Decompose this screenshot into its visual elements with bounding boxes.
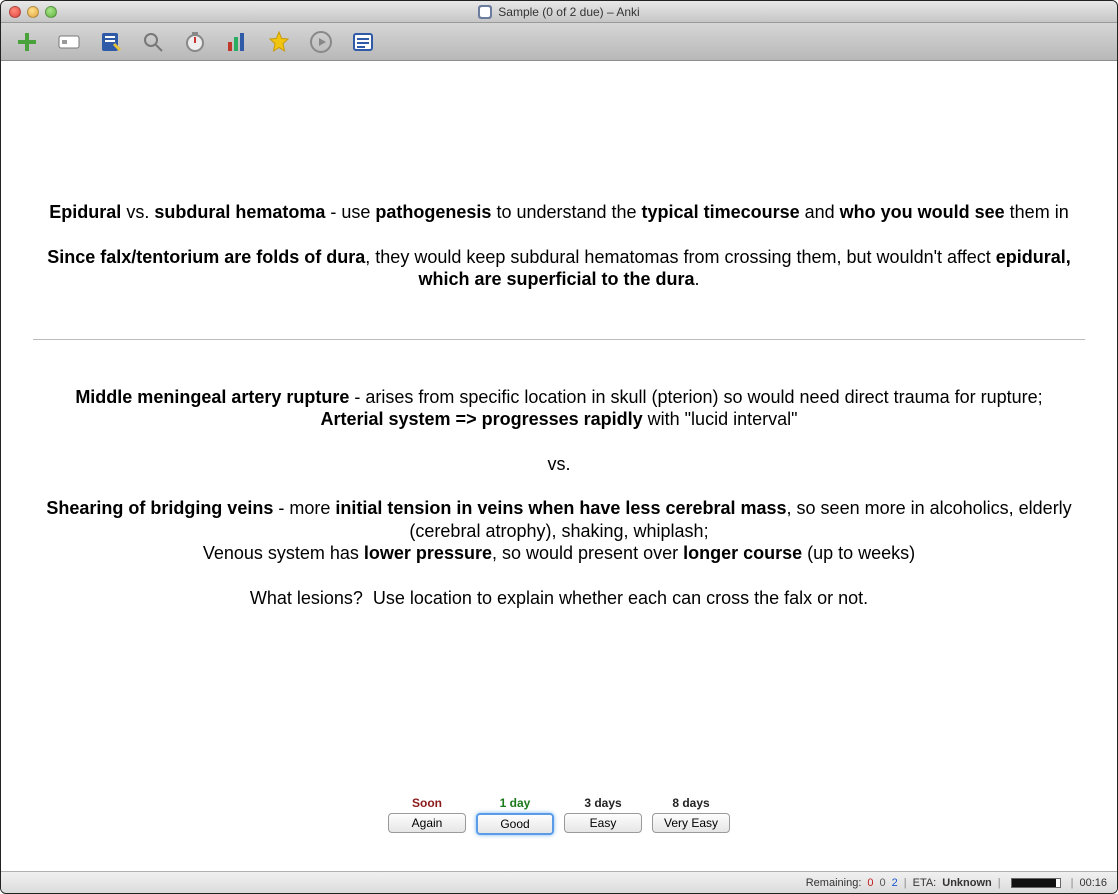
- answer-interval: 1 day: [500, 796, 531, 810]
- status-sep-1: |: [904, 877, 907, 889]
- flashcard: Epidural vs. subdural hematoma - use pat…: [1, 61, 1117, 609]
- play-icon[interactable]: [307, 28, 335, 56]
- answer-interval: 3 days: [584, 796, 621, 810]
- timer: 00:16: [1079, 877, 1107, 889]
- stats-icon[interactable]: [223, 28, 251, 56]
- search-icon[interactable]: [139, 28, 167, 56]
- count-new: 0: [867, 877, 873, 889]
- answer-group-very-easy: 8 days Very Easy: [652, 796, 730, 835]
- card-area: Epidural vs. subdural hematoma - use pat…: [1, 61, 1117, 871]
- window-title: Sample (0 of 2 due) – Anki: [498, 5, 639, 19]
- editor-icon[interactable]: [349, 28, 377, 56]
- answer-group-good: 1 day Good: [476, 796, 554, 835]
- browse-icon[interactable]: [97, 28, 125, 56]
- card-back: Middle meningeal artery rupture - arises…: [33, 386, 1085, 610]
- add-icon[interactable]: [13, 28, 41, 56]
- progress-bar: [1011, 878, 1061, 888]
- app-icon: [478, 5, 492, 19]
- answer-button-again[interactable]: Again: [388, 813, 466, 833]
- timer-icon[interactable]: [181, 28, 209, 56]
- answer-bar: Soon Again 1 day Good 3 days Easy 8 days Very E…: [1, 786, 1117, 849]
- status-bar: Remaining: 0 0 2 | ETA: Unknown | | 00:1…: [1, 871, 1117, 893]
- answer-interval: 8 days: [672, 796, 709, 810]
- remaining-label: Remaining:: [806, 877, 862, 889]
- status-sep-3: |: [1071, 877, 1074, 889]
- answer-button-very-easy[interactable]: Very Easy: [652, 813, 730, 833]
- eta-value: Unknown: [942, 877, 992, 889]
- count-due: 2: [892, 877, 898, 889]
- layout-icon[interactable]: [55, 28, 83, 56]
- answer-group-easy: 3 days Easy: [564, 796, 642, 835]
- star-icon[interactable]: [265, 28, 293, 56]
- answer-group-again: Soon Again: [388, 796, 466, 835]
- titlebar: Sample (0 of 2 due) – Anki: [1, 1, 1117, 23]
- answer-button-easy[interactable]: Easy: [564, 813, 642, 833]
- count-learning: 0: [880, 877, 886, 889]
- window-title-wrap: Sample (0 of 2 due) – Anki: [1, 5, 1117, 19]
- toolbar: [1, 23, 1117, 61]
- card-front: Epidural vs. subdural hematoma - use pat…: [33, 201, 1085, 291]
- answer-interval: Soon: [412, 796, 442, 810]
- card-divider: [33, 339, 1085, 340]
- answer-button-good[interactable]: Good: [476, 813, 554, 835]
- eta-label: ETA:: [913, 877, 937, 889]
- status-sep-2: |: [998, 877, 1001, 889]
